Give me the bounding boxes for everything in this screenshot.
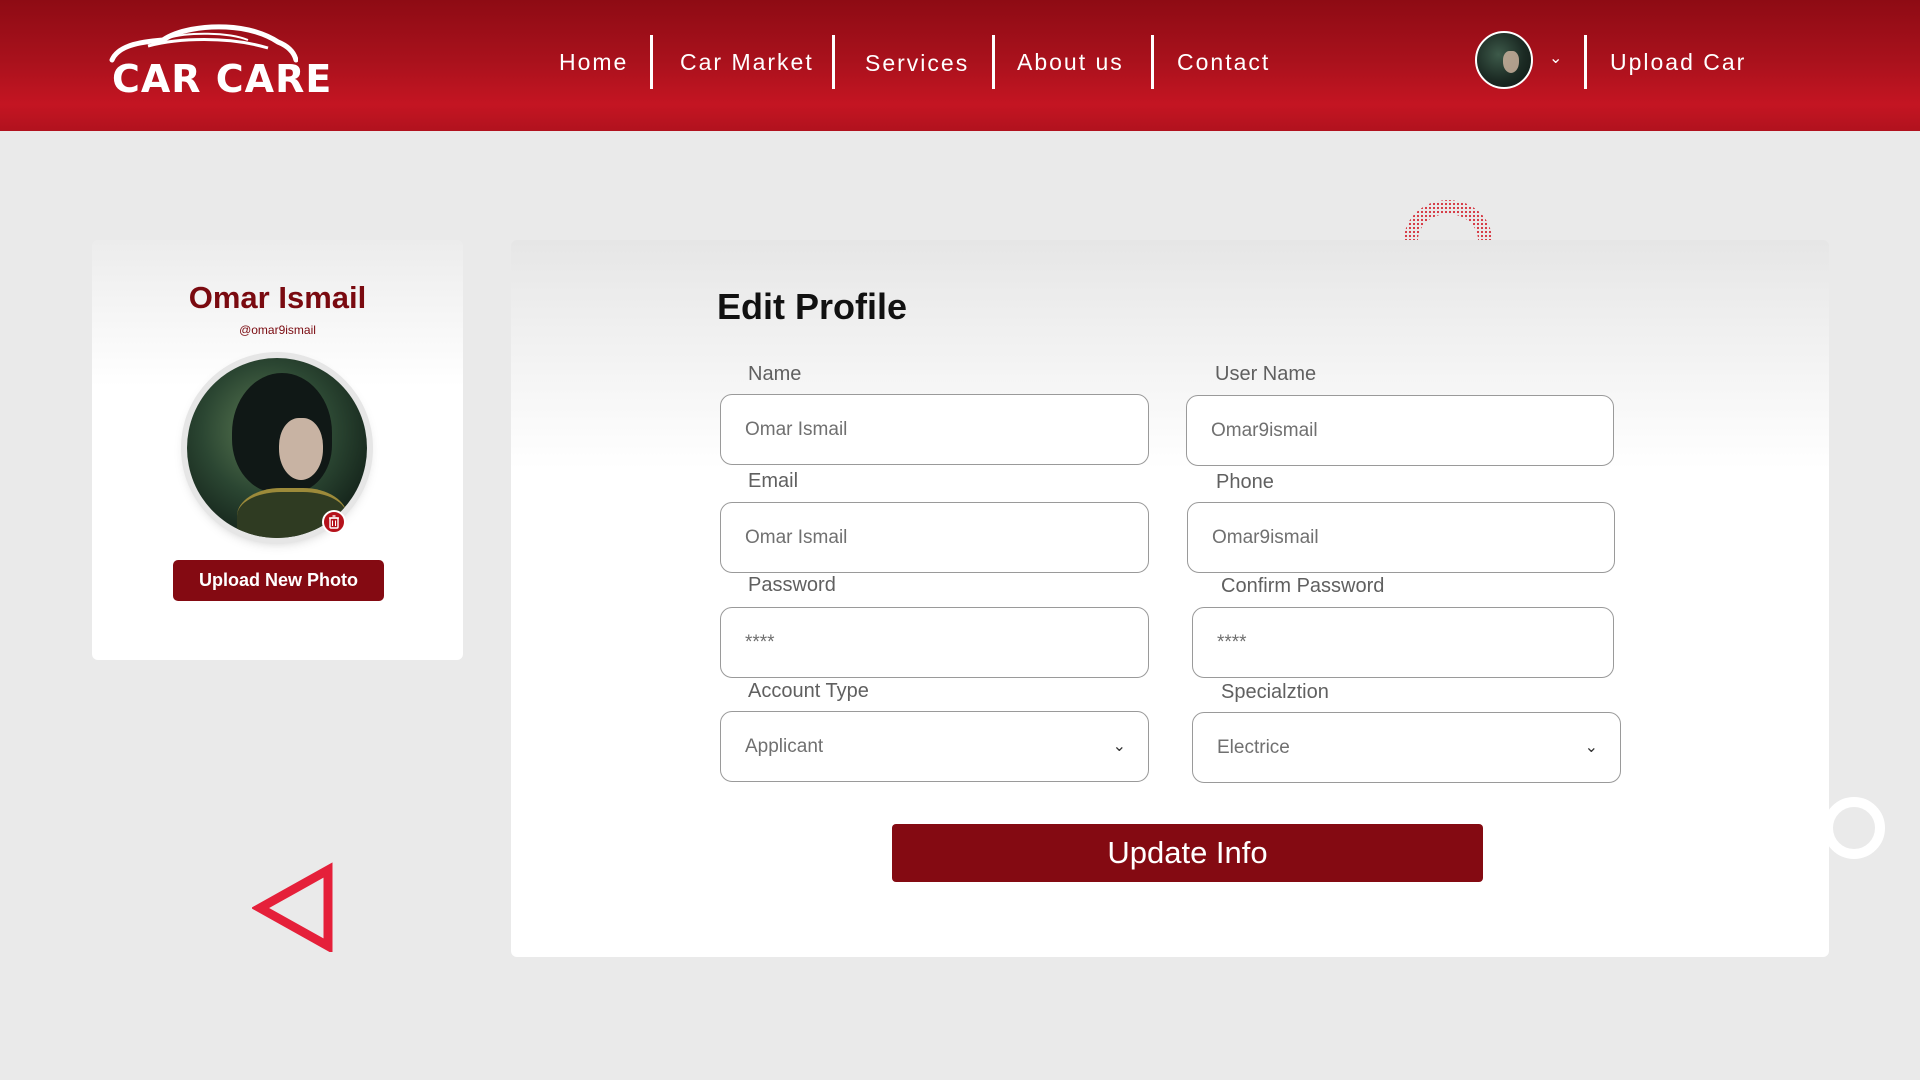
name-label: Name [748, 363, 802, 385]
name-field[interactable] [720, 394, 1149, 465]
account-type-value: Applicant [745, 736, 824, 757]
profile-handle: @omar9ismail [239, 323, 316, 337]
email-label: Email [748, 470, 799, 492]
profile-card: Omar Ismail @omar9ismail Upload New Phot… [92, 240, 463, 660]
user-avatar[interactable] [1475, 31, 1533, 89]
triangle-decoration [252, 862, 333, 952]
nav-divider [1151, 35, 1154, 89]
phone-label: Phone [1216, 471, 1274, 493]
specialization-select[interactable]: Electrice ⌄ [1192, 712, 1621, 783]
avatar-face [1503, 51, 1519, 73]
nav-divider [1584, 35, 1587, 89]
chevron-down-icon[interactable]: ⌄ [1549, 48, 1562, 68]
confirm-password-label: Confirm Password [1221, 575, 1385, 597]
nav-home[interactable]: Home [559, 34, 628, 90]
avatar-face [279, 418, 323, 480]
top-navbar: CAR CARE Home Car Market Services About … [0, 0, 1920, 131]
username-label: User Name [1215, 363, 1317, 385]
password-label: Password [748, 574, 836, 596]
password-field[interactable] [720, 607, 1149, 678]
trash-icon[interactable] [322, 510, 346, 534]
specialization-label: Specialztion [1221, 681, 1329, 703]
nav-car-market[interactable]: Car Market [680, 34, 814, 90]
confirm-password-field[interactable] [1192, 607, 1614, 678]
dotted-arc-decoration [1404, 200, 1492, 240]
nav-divider [650, 35, 653, 89]
update-info-button[interactable]: Update Info [892, 824, 1483, 882]
logo-text: CAR CARE [112, 57, 333, 101]
edit-profile-title: Edit Profile [717, 286, 908, 327]
upload-new-photo-button[interactable]: Upload New Photo [173, 560, 384, 601]
chevron-down-icon: ⌄ [1112, 738, 1126, 755]
email-field[interactable] [720, 502, 1149, 573]
car-care-logo[interactable]: CAR CARE [108, 24, 331, 100]
profile-name: Omar Ismail [188, 280, 367, 315]
nav-contact[interactable]: Contact [1177, 34, 1270, 90]
ring-decoration [1823, 797, 1885, 859]
nav-about-us[interactable]: About us [1017, 34, 1124, 90]
phone-field[interactable] [1187, 502, 1615, 573]
username-field[interactable] [1186, 395, 1614, 466]
nav-services[interactable]: Services [865, 35, 969, 91]
nav-divider [832, 35, 835, 89]
upload-car-link[interactable]: Upload Car [1610, 34, 1746, 90]
chevron-down-icon: ⌄ [1584, 739, 1598, 756]
nav-divider [992, 35, 995, 89]
account-type-select[interactable]: Applicant ⌄ [720, 711, 1149, 782]
account-type-label: Account Type [748, 680, 869, 702]
specialization-value: Electrice [1217, 737, 1290, 758]
